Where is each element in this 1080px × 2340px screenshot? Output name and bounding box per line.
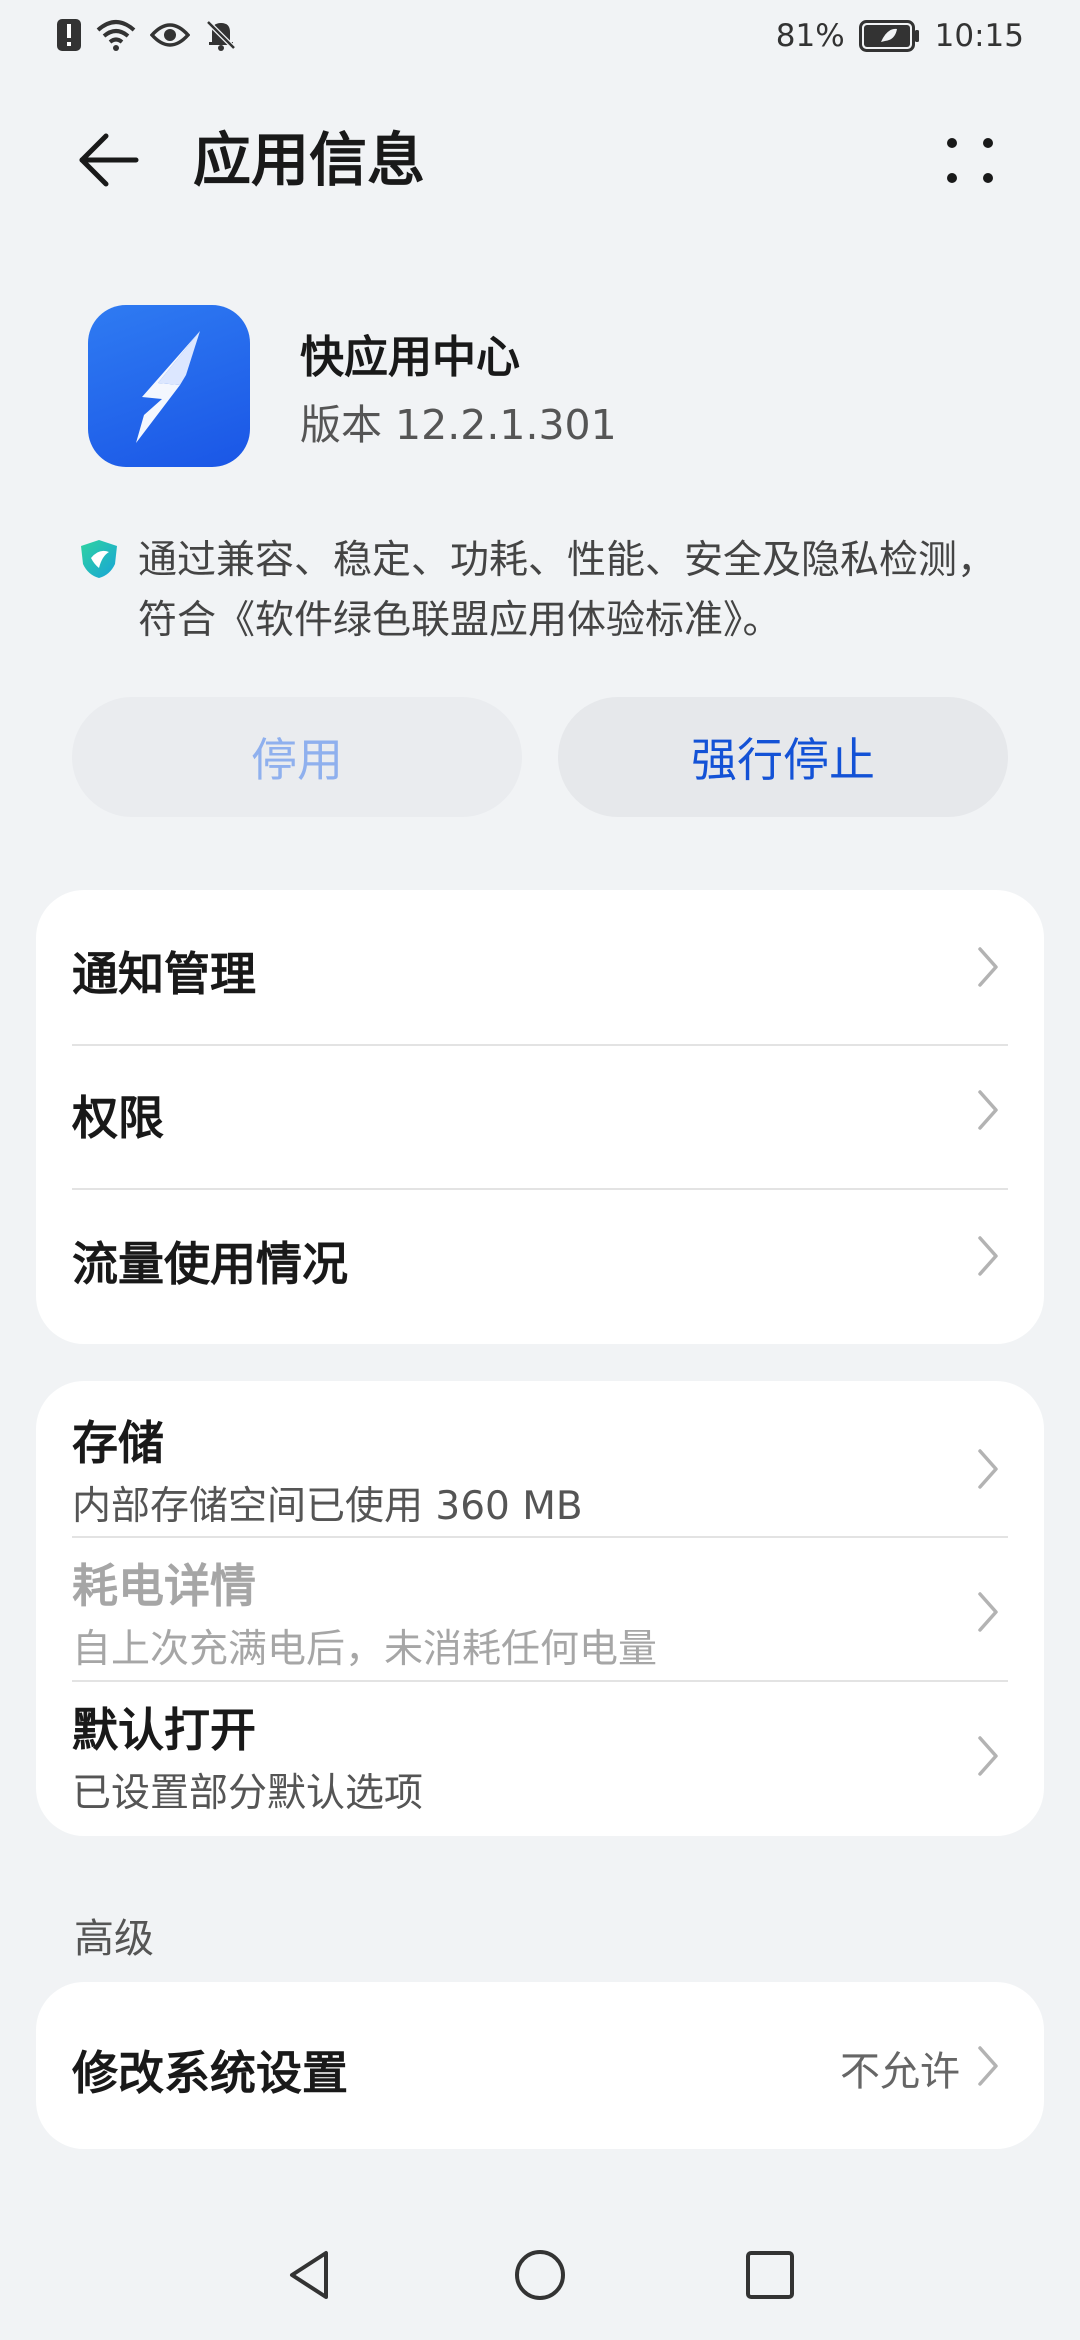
- chevron-right-icon: [978, 2046, 998, 2086]
- nav-recent-apps-icon[interactable]: [740, 2245, 800, 2305]
- list-item-title: 权限: [72, 1091, 164, 1145]
- settings-card-advanced: 修改系统设置 不允许: [36, 1982, 1044, 2149]
- more-dots-icon: [947, 138, 957, 148]
- list-item-title: 耗电详情: [72, 1559, 256, 1613]
- lightning-icon: [136, 331, 200, 443]
- list-item-title: 流量使用情况: [72, 1237, 348, 1291]
- power-usage-item[interactable]: 耗电详情 自上次充满电后，未消耗任何电量: [72, 1538, 1008, 1682]
- list-item-title: 通知管理: [72, 947, 256, 1001]
- page-title: 应用信息: [193, 126, 426, 194]
- back-arrow-icon: [79, 133, 139, 187]
- app-icon: [88, 305, 250, 467]
- disable-button[interactable]: 停用: [72, 697, 522, 817]
- list-item-subtitle: 已设置部分默认选项: [72, 1771, 424, 1816]
- chevron-right-icon: [978, 947, 998, 987]
- list-item-subtitle: 内部存储空间已使用 360 MB: [72, 1484, 583, 1529]
- clock: 10:15: [934, 18, 1024, 54]
- chevron-right-icon: [978, 1090, 998, 1130]
- list-item-title: 存储: [72, 1416, 164, 1470]
- list-item-subtitle: 自上次充满电后，未消耗任何电量: [72, 1627, 658, 1672]
- chevron-right-icon: [978, 1592, 998, 1632]
- status-icons-right: 81% 10:15: [776, 18, 1024, 54]
- force-stop-button[interactable]: 强行停止: [558, 697, 1008, 817]
- app-version: 版本 12.2.1.301: [300, 401, 617, 449]
- nav-home-icon[interactable]: [510, 2245, 570, 2305]
- permissions-item[interactable]: 权限: [72, 1046, 1008, 1190]
- more-options-button[interactable]: [930, 120, 1010, 200]
- chevron-right-icon: [978, 1449, 998, 1489]
- notification-management-item[interactable]: 通知管理: [72, 890, 1008, 1046]
- certification-text: 通过兼容、稳定、功耗、性能、安全及隐私检测，符合《软件绿色联盟应用体验标准》。: [138, 538, 997, 643]
- battery-icon: [858, 20, 919, 52]
- settings-card-storage: 存储 内部存储空间已使用 360 MB 耗电详情 自上次充满电后，未消耗任何电量…: [36, 1381, 1044, 1836]
- settings-card-general: 通知管理 权限 流量使用情况: [36, 890, 1044, 1344]
- list-item-title: 修改系统设置: [72, 2046, 348, 2100]
- chevron-right-icon: [978, 1236, 998, 1276]
- battery-percent: 81%: [775, 18, 845, 54]
- storage-item[interactable]: 存储 内部存储空间已使用 360 MB: [72, 1381, 1008, 1538]
- data-usage-item[interactable]: 流量使用情况: [72, 1190, 1008, 1344]
- list-item-value: 不允许: [840, 2049, 960, 2095]
- status-icons-left: [56, 18, 238, 52]
- bell-off-icon: [206, 20, 236, 51]
- list-item-title: 默认打开: [72, 1703, 256, 1757]
- modify-system-settings-item[interactable]: 修改系统设置 不允许: [36, 1982, 1044, 2149]
- nav-back-icon[interactable]: [280, 2245, 340, 2305]
- wifi-icon: [96, 20, 136, 51]
- green-shield-icon: [81, 540, 117, 578]
- status-bar: 81% 10:15: [0, 0, 1080, 78]
- back-button[interactable]: [68, 120, 148, 200]
- section-label-advanced: 高级: [74, 1916, 154, 1962]
- alert-icon: [57, 19, 81, 51]
- app-name: 快应用中心: [300, 332, 520, 383]
- open-by-default-item[interactable]: 默认打开 已设置部分默认选项: [72, 1682, 1008, 1836]
- chevron-right-icon: [978, 1736, 998, 1776]
- eye-icon: [150, 23, 190, 47]
